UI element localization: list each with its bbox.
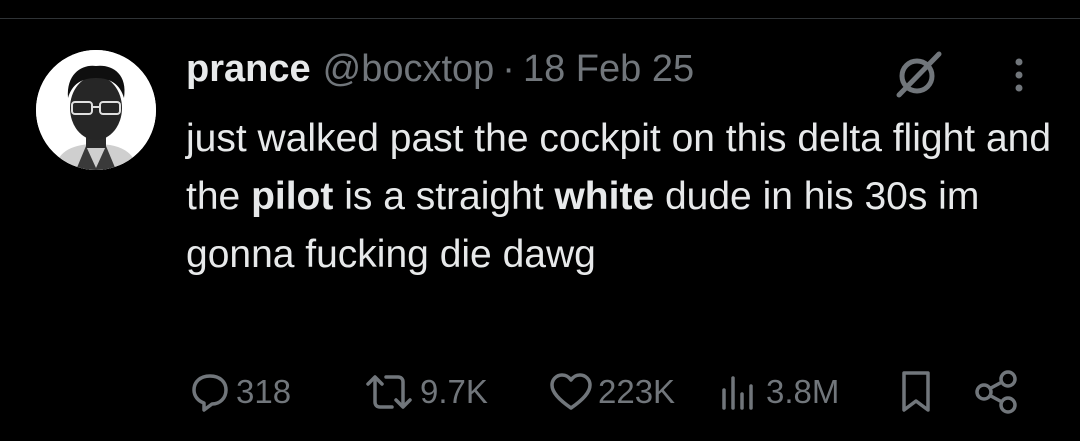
avatar-photo-icon	[36, 50, 156, 170]
reply-button[interactable]: 318	[188, 364, 291, 420]
bookmark-icon	[902, 371, 930, 412]
action-bar: 318 9.7K 223K 3.8M	[0, 364, 1080, 420]
share-icon	[975, 370, 1017, 414]
avatar[interactable]	[36, 50, 156, 170]
bookmark-button[interactable]	[896, 364, 936, 420]
tweet-header: prance @bocxtop · 18 Feb 25	[186, 48, 694, 98]
author-handle[interactable]: @bocxtop	[323, 48, 495, 91]
tweet-text-segment: is a straight	[333, 175, 555, 218]
tweet-text-bold: white	[554, 175, 655, 218]
retweet-button[interactable]: 9.7K	[362, 364, 488, 420]
tweet-text-bold: pilot	[251, 175, 334, 218]
tweet-date[interactable]: 18 Feb 25	[523, 48, 694, 91]
views-chart-icon	[722, 376, 753, 410]
more-dots-icon[interactable]	[1008, 56, 1030, 96]
views-count: 3.8M	[766, 373, 840, 410]
like-count: 223K	[598, 373, 676, 410]
heart-icon	[550, 373, 592, 410]
top-divider	[0, 18, 1080, 19]
reply-count: 318	[236, 373, 292, 410]
tweet-text: just walked past the cockpit on this del…	[186, 110, 1056, 284]
retweet-count: 9.7K	[420, 373, 488, 410]
like-button[interactable]: 223K	[548, 364, 675, 420]
grok-icon[interactable]	[893, 48, 945, 100]
share-button[interactable]	[972, 364, 1020, 420]
views-button[interactable]: 3.8M	[718, 364, 839, 420]
retweet-icon	[366, 375, 412, 409]
reply-icon	[192, 374, 228, 412]
author-name[interactable]: prance	[186, 48, 311, 91]
header-separator: ·	[502, 48, 515, 90]
